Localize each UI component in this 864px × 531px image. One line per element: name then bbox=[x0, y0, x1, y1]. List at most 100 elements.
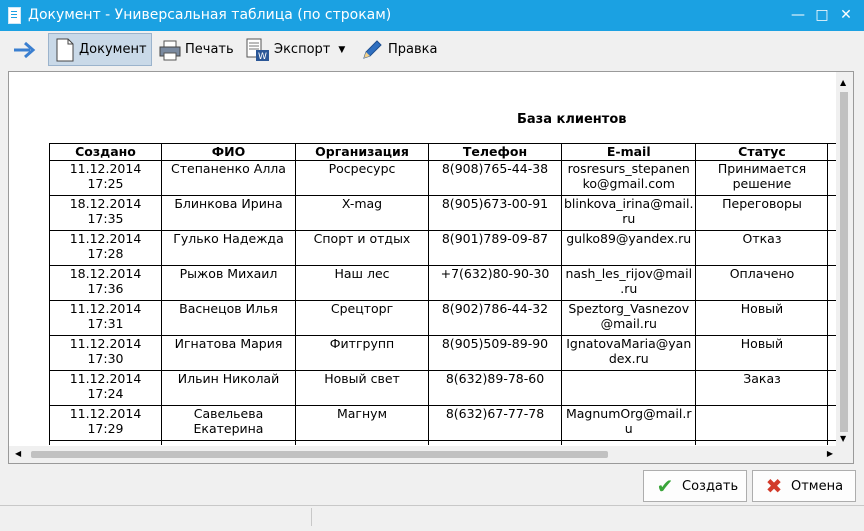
cell-created: 11.12.2014 17:28 bbox=[49, 230, 162, 266]
table-row: 11.12.2014 17:28 Гулько Надежда Спорт и от… bbox=[49, 230, 839, 266]
cell-org: Спорт и отдых bbox=[295, 230, 429, 266]
cell-phone: 8(632)67-77-78 bbox=[428, 405, 562, 441]
vertical-scroll-thumb[interactable] bbox=[840, 92, 848, 432]
cell-status: Отказ bbox=[695, 230, 829, 266]
cell-name: Гулько Надежда bbox=[161, 230, 296, 266]
cell-created: 11.12.2014 17:24 bbox=[49, 370, 162, 406]
pencil-icon bbox=[363, 39, 382, 59]
cell-name: Савельева Екатерина bbox=[161, 405, 296, 441]
cell-name: Степаненко Алла bbox=[161, 160, 296, 196]
cell-partial bbox=[49, 440, 162, 445]
cell-email: IgnatovaMaria@yan dex.ru bbox=[560, 335, 697, 371]
scroll-right-icon[interactable]: ▶ bbox=[827, 449, 833, 458]
cell-org: X-mag bbox=[295, 195, 429, 231]
checkmark-icon: ✔ bbox=[656, 474, 674, 498]
back-button[interactable] bbox=[12, 33, 42, 66]
table-header-row: Создано ФИО Организация Телефон E-mail С… bbox=[49, 143, 839, 161]
cell-created: 18.12.2014 17:35 bbox=[49, 195, 162, 231]
cell-status: Новый bbox=[695, 335, 829, 371]
cell-created: 18.12.2014 17:36 bbox=[49, 265, 162, 301]
export-button[interactable]: W Экспорт ▼ bbox=[246, 33, 354, 66]
edit-label: Правка bbox=[388, 42, 438, 57]
cross-icon: ✖ bbox=[765, 474, 783, 498]
status-separator bbox=[311, 508, 312, 526]
cell-phone: 8(905)509-89-90 bbox=[428, 335, 562, 371]
column-header-org: Организация bbox=[295, 143, 429, 161]
print-label: Печать bbox=[185, 42, 234, 57]
cell-created: 11.12.2014 17:31 bbox=[49, 300, 162, 336]
window-title: Документ - Универсальная таблица (по стр… bbox=[28, 7, 392, 23]
maximize-button[interactable]: □ bbox=[812, 5, 832, 25]
document-viewer[interactable]: База клиентов Создано ФИО Организация Те… bbox=[8, 71, 854, 464]
cell-email: MagnumOrg@mail.r u bbox=[560, 405, 697, 441]
toolbar: Документ Печать W Экспорт ▼ Правка bbox=[0, 31, 864, 69]
status-bar bbox=[0, 506, 864, 531]
column-header-status: Статус bbox=[695, 143, 829, 161]
print-button[interactable]: Печать bbox=[159, 33, 239, 66]
cell-created: 11.12.2014 17:25 bbox=[49, 160, 162, 196]
title-bar: Документ - Универсальная таблица (по стр… bbox=[0, 0, 864, 31]
cancel-label: Отмена bbox=[791, 478, 844, 494]
report-title: База клиентов bbox=[517, 112, 627, 127]
cell-status bbox=[695, 405, 829, 441]
create-button[interactable]: ✔ Создать bbox=[643, 470, 747, 502]
cell-phone: 8(908)765-44-38 bbox=[428, 160, 562, 196]
cell-email: Speztorg_Vasnezov @mail.ru bbox=[560, 300, 697, 336]
cell-partial bbox=[695, 440, 829, 445]
cell-status: Переговоры bbox=[695, 195, 829, 231]
cell-phone: 8(901)789-09-87 bbox=[428, 230, 562, 266]
cell-status: Заказ bbox=[695, 370, 829, 406]
table-row-partial bbox=[49, 440, 839, 445]
column-header-email: E-mail bbox=[560, 143, 697, 161]
edit-button[interactable]: Правка bbox=[360, 33, 444, 66]
cancel-button[interactable]: ✖ Отмена bbox=[752, 470, 856, 502]
table-row: 11.12.2014 17:31 Васнецов Илья Срецторг 8(9… bbox=[49, 300, 839, 336]
cell-status: Оплачено bbox=[695, 265, 829, 301]
horizontal-scrollbar[interactable]: ◀ ▶ bbox=[9, 446, 853, 463]
printer-icon bbox=[159, 40, 181, 60]
minimize-button[interactable]: — bbox=[788, 5, 808, 25]
cell-email: blinkova_irina@mail. ru bbox=[560, 195, 697, 231]
cell-org: Новый свет bbox=[295, 370, 429, 406]
column-header-phone: Телефон bbox=[428, 143, 562, 161]
chevron-down-icon: ▼ bbox=[338, 44, 346, 55]
cell-status: Принимается решение bbox=[695, 160, 829, 196]
scroll-down-icon[interactable]: ▼ bbox=[840, 434, 846, 443]
horizontal-scroll-thumb[interactable] bbox=[31, 451, 608, 458]
cell-phone: 8(902)786-44-32 bbox=[428, 300, 562, 336]
page-icon bbox=[56, 38, 74, 61]
export-icon: W bbox=[246, 38, 269, 62]
scroll-left-icon[interactable]: ◀ bbox=[15, 449, 21, 458]
document-label: Документ bbox=[79, 42, 147, 57]
cell-email: nash_les_rijov@mail .ru bbox=[560, 265, 697, 301]
cell-email: rosresurs_stepanen ko@gmail.com bbox=[560, 160, 697, 196]
cell-phone: 8(632)89-78-60 bbox=[428, 370, 562, 406]
cell-partial bbox=[560, 440, 697, 445]
cell-partial bbox=[295, 440, 429, 445]
svg-text:W: W bbox=[258, 52, 267, 62]
cell-email bbox=[560, 370, 697, 406]
cell-created: 11.12.2014 17:29 bbox=[49, 405, 162, 441]
clients-table: Создано ФИО Организация Телефон E-mail С… bbox=[49, 143, 839, 445]
cell-name: Блинкова Ирина bbox=[161, 195, 296, 231]
document-button[interactable]: Документ bbox=[48, 33, 152, 66]
scrollbar-corner bbox=[836, 446, 853, 463]
cell-name: Рыжов Михаил bbox=[161, 265, 296, 301]
cell-name: Ильин Николай bbox=[161, 370, 296, 406]
arrow-right-icon bbox=[14, 41, 36, 58]
column-header-name: ФИО bbox=[161, 143, 296, 161]
table-row: 11.12.2014 17:30 Игнатова Мария Фитгрупп 8(… bbox=[49, 335, 839, 371]
export-label: Экспорт bbox=[274, 42, 331, 57]
cell-partial bbox=[428, 440, 562, 445]
vertical-scrollbar[interactable]: ▲ ▼ bbox=[836, 72, 853, 447]
cell-phone: +7(632)80-90-30 bbox=[428, 265, 562, 301]
cell-status: Новый bbox=[695, 300, 829, 336]
close-button[interactable]: ✕ bbox=[836, 5, 856, 25]
table-row: 18.12.2014 17:35 Блинкова Ирина X-mag 8(905… bbox=[49, 195, 839, 231]
cell-org: Наш лес bbox=[295, 265, 429, 301]
scroll-up-icon[interactable]: ▲ bbox=[840, 78, 846, 87]
cell-org: Магнум bbox=[295, 405, 429, 441]
cell-phone: 8(905)673-00-91 bbox=[428, 195, 562, 231]
table-row: 11.12.2014 17:29 Савельева Екатерина Магну… bbox=[49, 405, 839, 441]
cell-partial bbox=[161, 440, 296, 445]
